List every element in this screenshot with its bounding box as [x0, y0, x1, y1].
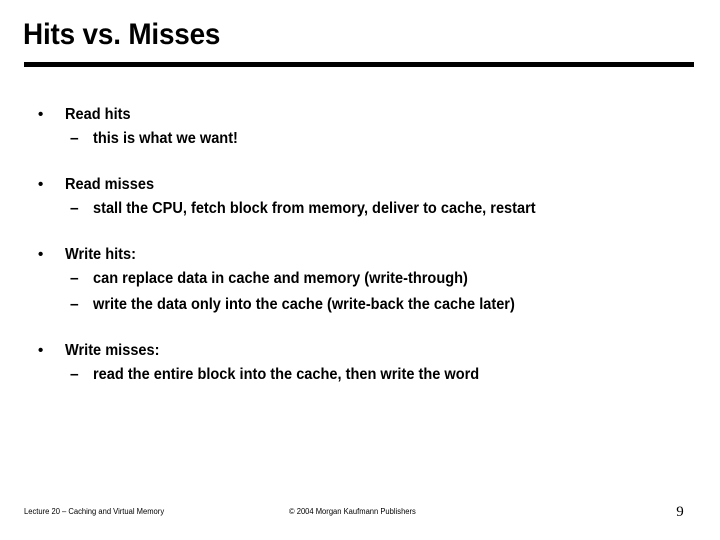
- bullet-item: • Read hits: [0, 104, 720, 126]
- dash-icon: –: [70, 200, 79, 217]
- dash-icon: –: [70, 366, 79, 383]
- bullet-label: Read hits: [65, 106, 131, 123]
- sub-bullet-item: – this is what we want!: [0, 126, 720, 152]
- page-title: Hits vs. Misses: [23, 18, 221, 51]
- bullet-dot-icon: •: [38, 246, 44, 263]
- bullet-group: • Read hits – this is what we want!: [0, 104, 720, 152]
- dash-icon: –: [70, 296, 79, 313]
- title-divider: [24, 62, 694, 67]
- bullet-label: Read misses: [65, 176, 155, 193]
- bullet-item: • Write misses:: [0, 340, 720, 362]
- dash-icon: –: [70, 130, 79, 147]
- bullet-dot-icon: •: [38, 176, 44, 193]
- sub-bullet-item: – can replace data in cache and memory (…: [0, 266, 720, 292]
- sub-bullet-label: this is what we want!: [93, 130, 238, 147]
- bullet-label: Write misses:: [65, 342, 160, 359]
- bullet-group: • Read misses – stall the CPU, fetch blo…: [0, 174, 720, 222]
- bullet-item: • Read misses: [0, 174, 720, 196]
- slide-body: • Read hits – this is what we want! • Re…: [0, 104, 720, 388]
- bullet-item: • Write hits:: [0, 244, 720, 266]
- footer-copyright-label: © 2004 Morgan Kaufmann Publishers: [289, 507, 416, 516]
- bullet-dot-icon: •: [38, 342, 44, 359]
- sub-bullet-label: stall the CPU, fetch block from memory, …: [93, 200, 536, 217]
- slide: Hits vs. Misses • Read hits – this is wh…: [0, 0, 720, 540]
- sub-bullet-item: – write the data only into the cache (wr…: [0, 292, 720, 318]
- sub-bullet-item: – stall the CPU, fetch block from memory…: [0, 196, 720, 222]
- slide-number: 9: [676, 504, 684, 520]
- sub-bullet-item: – read the entire block into the cache, …: [0, 362, 720, 388]
- bullet-dot-icon: •: [38, 106, 44, 123]
- sub-bullet-label: can replace data in cache and memory (wr…: [93, 270, 468, 287]
- bullet-label: Write hits:: [65, 246, 136, 263]
- bullet-group: • Write hits: – can replace data in cach…: [0, 244, 720, 318]
- dash-icon: –: [70, 270, 79, 287]
- footer-lecture-label: Lecture 20 – Caching and Virtual Memory: [24, 507, 165, 516]
- sub-bullet-label: write the data only into the cache (writ…: [93, 296, 515, 313]
- bullet-group: • Write misses: – read the entire block …: [0, 340, 720, 388]
- sub-bullet-label: read the entire block into the cache, th…: [93, 366, 480, 383]
